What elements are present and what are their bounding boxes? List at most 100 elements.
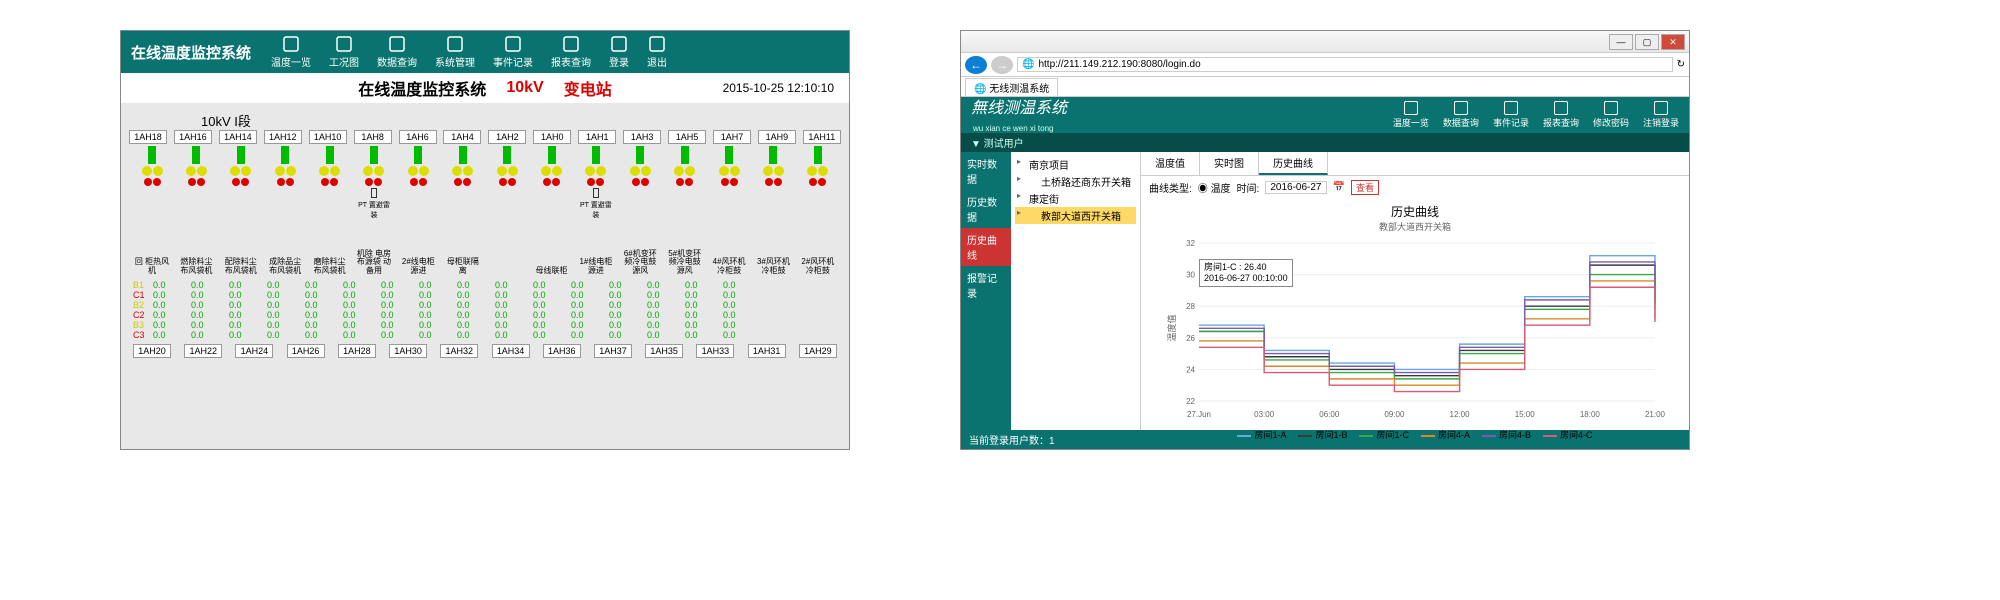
menu-item[interactable]: 系统管理: [435, 36, 475, 69]
bay-label[interactable]: 1AH35: [645, 344, 683, 358]
bay-label[interactable]: 1AH1: [578, 130, 616, 144]
user-bar[interactable]: ▼ 测试用户: [961, 133, 1689, 152]
sidebar-item[interactable]: 历史曲线: [961, 228, 1011, 266]
measurement-cell: 0.0: [571, 300, 609, 310]
bay-label[interactable]: 1AH6: [399, 130, 437, 144]
app-menu-item[interactable]: 报表查询: [1543, 101, 1579, 129]
indicator-icon: [543, 178, 551, 186]
measurement-cell: 0.0: [495, 310, 533, 320]
bay-label[interactable]: 1AH12: [264, 130, 302, 144]
bay-label[interactable]: 1AH29: [799, 344, 837, 358]
bay-label[interactable]: 1AH26: [287, 344, 325, 358]
menu-item[interactable]: 退出: [647, 36, 667, 69]
measurement-cell: 0.0: [723, 290, 761, 300]
indicator-icon: [365, 178, 373, 186]
bay-label[interactable]: 1AH30: [389, 344, 427, 358]
menu-item[interactable]: 登录: [609, 36, 629, 69]
sidebar-item[interactable]: 报警记录: [961, 266, 1011, 304]
url-input[interactable]: 🌐 http://211.149.212.190:8080/login.do: [1017, 57, 1673, 72]
app-menu-item[interactable]: 数据查询: [1443, 101, 1479, 129]
indicator-icon: [410, 178, 418, 186]
bay-label[interactable]: 1AH7: [713, 130, 751, 144]
bay-name: 3#风环机冷柜鼓: [754, 258, 792, 276]
bay-label[interactable]: 1AH20: [133, 344, 171, 358]
bay-label[interactable]: 1AH31: [748, 344, 786, 358]
measurement-cell: 0.0: [571, 310, 609, 320]
chart-tab[interactable]: 温度值: [1141, 152, 1200, 175]
menu-item[interactable]: 数据查询: [377, 36, 417, 69]
bay-label[interactable]: 1AH9: [758, 130, 796, 144]
bay-label[interactable]: 1AH36: [543, 344, 581, 358]
legend-item[interactable]: 房间1-A: [1237, 428, 1286, 441]
menu-item[interactable]: 温度一览: [271, 36, 311, 69]
chart-area: 历史曲线 教部大道西开关箱 房间1-C : 26.40 2016-06-27 0…: [1141, 199, 1689, 461]
indicator-icon: [241, 178, 249, 186]
tree-node[interactable]: 康定街: [1015, 190, 1136, 207]
svg-text:21:00: 21:00: [1645, 410, 1666, 419]
legend-item[interactable]: 房间4-C: [1543, 428, 1593, 441]
bay-label[interactable]: 1AH22: [184, 344, 222, 358]
app-body: 实时数据历史数据历史曲线报警记录 南京项目 土桥路还商东开关箱 康定街 教部大道…: [961, 152, 1689, 430]
menu-item[interactable]: 报表查询: [551, 36, 591, 69]
forward-button[interactable]: →: [991, 56, 1013, 74]
bay-label[interactable]: 1AH2: [488, 130, 526, 144]
window-titlebar: — ▢ ✕: [961, 31, 1689, 53]
tree-node[interactable]: 南京项目: [1015, 156, 1136, 173]
minimize-button[interactable]: —: [1609, 34, 1633, 50]
maximize-button[interactable]: ▢: [1635, 34, 1659, 50]
bay-label[interactable]: 1AH28: [338, 344, 376, 358]
app-menu-item[interactable]: 修改密码: [1593, 101, 1629, 129]
radio-temperature[interactable]: ◉ 温度: [1198, 180, 1231, 195]
app-menu-item[interactable]: 注销登录: [1643, 101, 1679, 129]
back-button[interactable]: ←: [965, 56, 987, 74]
bay-label[interactable]: 1AH3: [623, 130, 661, 144]
tree-node-selected[interactable]: 教部大道西开关箱: [1015, 207, 1136, 224]
query-button[interactable]: 查看: [1351, 180, 1379, 195]
legend-item[interactable]: 房间4-B: [1482, 428, 1531, 441]
bay-label[interactable]: 1AH24: [235, 344, 273, 358]
measurement-cell: 0.0: [457, 330, 495, 340]
tree-node[interactable]: 土桥路还商东开关箱: [1015, 173, 1136, 190]
measurement-cell: 0.0: [419, 300, 457, 310]
refresh-icon[interactable]: ↻: [1677, 59, 1685, 70]
bay-label[interactable]: 1AH8: [354, 130, 392, 144]
menu-item[interactable]: 事件记录: [493, 36, 533, 69]
chart-tab[interactable]: 历史曲线: [1259, 152, 1328, 175]
bay-label[interactable]: 1AH16: [174, 130, 212, 144]
chart-tab[interactable]: 实时图: [1200, 152, 1259, 175]
bay-label[interactable]: 1AH4: [443, 130, 481, 144]
sidebar-item[interactable]: 历史数据: [961, 190, 1011, 228]
bay-label[interactable]: 1AH10: [309, 130, 347, 144]
indicator-icon: [685, 166, 695, 176]
app-menu-item[interactable]: 事件记录: [1493, 101, 1529, 129]
legend-item[interactable]: 房间1-C: [1359, 428, 1409, 441]
bay-label[interactable]: 1AH32: [440, 344, 478, 358]
close-button[interactable]: ✕: [1661, 34, 1685, 50]
legend-item[interactable]: 房间1-B: [1298, 428, 1347, 441]
bay-label[interactable]: 1AH34: [492, 344, 530, 358]
value-row: B10.00.00.00.00.00.00.00.00.00.00.00.00.…: [133, 280, 837, 290]
breaker-icon: [814, 146, 822, 164]
chart-tooltip: 房间1-C : 26.40 2016-06-27 00:10:00: [1199, 259, 1293, 287]
bay-label[interactable]: 1AH33: [696, 344, 734, 358]
menu-item[interactable]: 工况图: [329, 36, 359, 69]
bay-label[interactable]: 1AH37: [594, 344, 632, 358]
bay-label[interactable]: 1AH11: [803, 130, 841, 144]
calendar-icon[interactable]: 📅: [1333, 182, 1345, 193]
measurement-cell: 0.0: [571, 290, 609, 300]
top-bay-row: 1AH18 1AH16 1AH14 1AH12 1AH10 1AH8 1AH6 1AH4 1AH…: [129, 130, 841, 144]
indicator-icon: [774, 178, 782, 186]
measurement-cell: 0.0: [647, 290, 685, 300]
legend-item[interactable]: 房间4-A: [1421, 428, 1470, 441]
date-input[interactable]: 2016-06-27: [1265, 181, 1326, 194]
measurement-cell: 0.0: [229, 310, 267, 320]
bay-label[interactable]: 1AH5: [668, 130, 706, 144]
bay-label[interactable]: 1AH0: [533, 130, 571, 144]
app-menu-item[interactable]: 温度一览: [1393, 101, 1429, 129]
svg-text:27.Jun: 27.Jun: [1187, 410, 1211, 419]
menu-icon: [1554, 101, 1568, 115]
bay-label[interactable]: 1AH18: [129, 130, 167, 144]
sidebar-item[interactable]: 实时数据: [961, 152, 1011, 190]
bay-label[interactable]: 1AH14: [219, 130, 257, 144]
measurement-cell: 0.0: [419, 280, 457, 290]
